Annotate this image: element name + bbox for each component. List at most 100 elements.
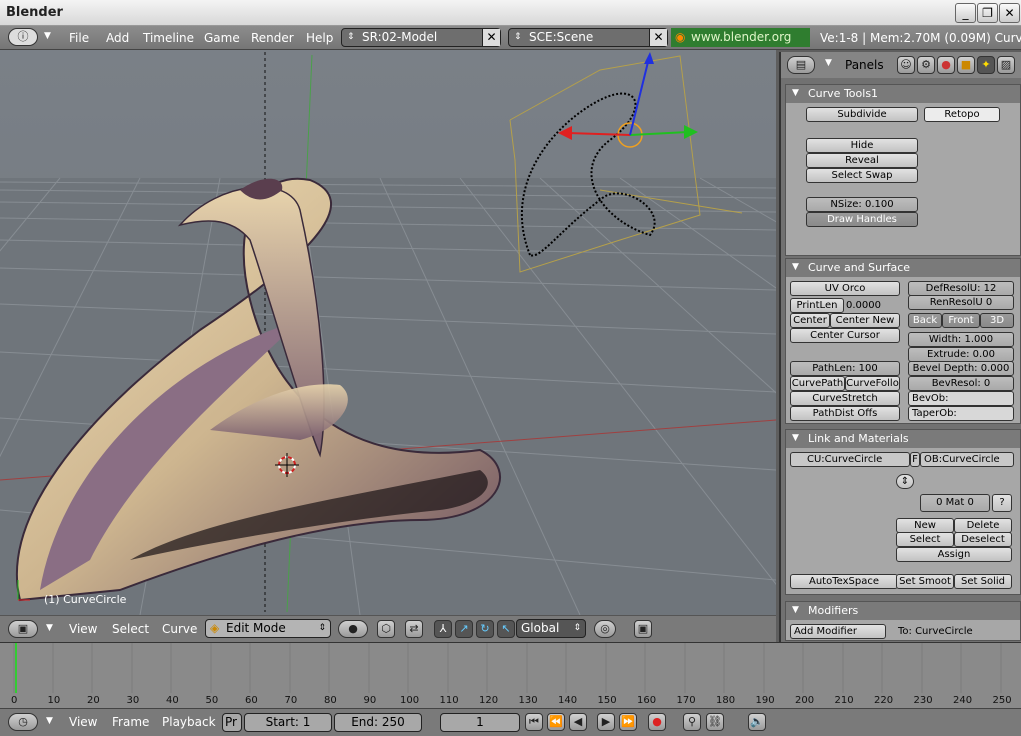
play-reverse-icon[interactable]: ◀ <box>569 713 587 731</box>
timeline-area[interactable]: 0 10 20 30 40 50 60 70 80 90 100 110 120 130 140 150 160… <box>0 642 1021 708</box>
autotexspace-toggle[interactable]: AutoTexSpace <box>790 574 898 589</box>
panel-title[interactable]: Curve Tools1 <box>786 85 1020 103</box>
center-cursor-button[interactable]: Center Cursor <box>790 328 900 343</box>
select-swap-button[interactable]: Select Swap <box>806 168 918 183</box>
manipulator-icon[interactable]: ⅄ <box>434 620 452 638</box>
material-select-button[interactable]: Select <box>896 532 954 547</box>
printlen-button[interactable]: PrintLen <box>790 298 844 313</box>
help-button[interactable]: ? <box>992 494 1012 512</box>
proportional-edit-icon[interactable]: ◎ <box>594 620 616 638</box>
shading-icon[interactable]: ● <box>937 56 955 74</box>
chevron-down-icon[interactable]: ▼ <box>825 58 832 68</box>
script-icon[interactable]: ⚙ <box>917 56 935 74</box>
end-frame-field[interactable]: End: 250 <box>334 713 422 732</box>
draw-handles-toggle[interactable]: Draw Handles <box>806 212 918 227</box>
chevron-down-icon[interactable]: ▼ <box>46 623 53 633</box>
material-assign-button[interactable]: Assign <box>896 547 1012 562</box>
bevob-field[interactable]: BevOb: <box>908 391 1014 406</box>
scale-icon[interactable]: ↖ <box>497 620 515 638</box>
menu-help[interactable]: Help <box>306 31 333 45</box>
prev-keyframe-icon[interactable]: ⏪ <box>547 713 565 731</box>
back-toggle[interactable]: Back <box>908 313 942 328</box>
nsize-field[interactable]: NSize: 0.100 <box>806 197 918 212</box>
play-icon[interactable]: ▶ <box>597 713 615 731</box>
menu-file[interactable]: File <box>69 31 89 45</box>
material-delete-button[interactable]: Delete <box>954 518 1012 533</box>
pathdist-offs-toggle[interactable]: PathDist Offs <box>790 406 900 421</box>
add-modifier-menu[interactable]: Add Modifier <box>790 624 886 639</box>
orientation-selector[interactable]: Global ⇕ <box>516 619 586 638</box>
3d-viewport[interactable]: (1) CurveCircle <box>0 50 776 615</box>
menu-add[interactable]: Add <box>106 31 129 45</box>
taperob-field[interactable]: TaperOb: <box>908 406 1014 421</box>
material-deselect-button[interactable]: Deselect <box>954 532 1012 547</box>
blender-org-link[interactable]: ◉www.blender.org 249 <box>671 28 810 63</box>
next-keyframe-icon[interactable]: ⏩ <box>619 713 637 731</box>
menu-game[interactable]: Game <box>204 31 240 45</box>
reveal-button[interactable]: Reveal <box>806 153 918 168</box>
hide-button[interactable]: Hide <box>806 138 918 153</box>
set-solid-button[interactable]: Set Solid <box>954 574 1012 589</box>
panel-title[interactable]: Curve and Surface <box>786 259 1020 277</box>
bevel-depth-field[interactable]: Bevel Depth: 0.000 <box>908 361 1014 376</box>
snap-icon[interactable]: ⇄ <box>405 620 423 638</box>
close-icon[interactable]: ✕ <box>649 29 667 46</box>
front-toggle[interactable]: Front <box>942 313 980 328</box>
menu-timeline[interactable]: Timeline <box>143 31 194 45</box>
material-new-button[interactable]: New <box>896 518 954 533</box>
editor-type-icon[interactable]: ▣ <box>8 620 38 638</box>
renresolu-field[interactable]: RenResolU 0 <box>908 295 1014 310</box>
translate-icon[interactable]: ↗ <box>455 620 473 638</box>
curvepath-toggle[interactable]: CurvePath <box>790 376 845 391</box>
panel-title[interactable]: Link and Materials <box>786 430 1020 448</box>
subdivide-button[interactable]: Subdivide <box>806 107 918 122</box>
close-button[interactable]: ✕ <box>999 3 1020 23</box>
panel-title[interactable]: Modifiers <box>786 602 1020 620</box>
rotate-icon[interactable]: ↻ <box>476 620 494 638</box>
chevron-down-icon[interactable]: ▼ <box>46 716 53 726</box>
screen-selector[interactable]: ⇕ SR:02-Model ✕ <box>341 28 501 47</box>
curve-datablock-field[interactable]: CU:CurveCircle <box>790 452 910 467</box>
menu-view[interactable]: View <box>69 715 97 729</box>
curvefollow-toggle[interactable]: CurveFollo <box>845 376 900 391</box>
jump-start-icon[interactable]: ⏮ <box>525 713 543 731</box>
link-icon[interactable]: ⛓ <box>706 713 724 731</box>
uv-orco-button[interactable]: UV Orco <box>790 281 900 296</box>
3d-toggle[interactable]: 3D <box>980 313 1014 328</box>
keying-set-icon[interactable]: ⚲ <box>683 713 701 731</box>
current-frame-field[interactable]: 1 <box>440 713 520 732</box>
info-icon[interactable]: ⓘ <box>8 28 38 46</box>
material-index-field[interactable]: 0 Mat 0 <box>920 494 990 512</box>
fake-user-toggle[interactable]: F <box>910 452 920 467</box>
scene-selector[interactable]: ⇕ SCE:Scene ✕ <box>508 28 668 47</box>
bevresol-field[interactable]: BevResol: 0 <box>908 376 1014 391</box>
start-frame-field[interactable]: Start: 1 <box>244 713 332 732</box>
draw-type-icon[interactable]: ● <box>338 620 368 638</box>
extrude-field[interactable]: Extrude: 0.00 <box>908 347 1014 362</box>
chevron-down-icon[interactable]: ▼ <box>44 31 51 41</box>
editing-icon[interactable]: ✦ <box>977 56 995 74</box>
record-icon[interactable]: ● <box>648 713 666 731</box>
set-smooth-button[interactable]: Set Smoot <box>896 574 954 589</box>
defresolu-field[interactable]: DefResolU: 12 <box>908 281 1014 296</box>
retopo-button[interactable]: Retopo <box>924 107 1000 122</box>
editor-type-icon[interactable]: ▤ <box>787 56 815 74</box>
render-preview-icon[interactable]: ▣ <box>634 620 652 638</box>
width-field[interactable]: Width: 1.000 <box>908 332 1014 347</box>
object-icon[interactable]: ■ <box>957 56 975 74</box>
menu-select[interactable]: Select <box>112 622 149 636</box>
audio-icon[interactable]: 🔈 <box>748 713 766 731</box>
mode-selector[interactable]: ◈ Edit Mode ⇕ <box>205 619 331 638</box>
material-browse-icon[interactable]: ⇕ <box>896 474 914 489</box>
menu-view[interactable]: View <box>69 622 97 636</box>
scene-icon[interactable]: ▨ <box>997 56 1015 74</box>
curvestretch-toggle[interactable]: CurveStretch <box>790 391 900 406</box>
menu-frame[interactable]: Frame <box>112 715 149 729</box>
center-button[interactable]: Center <box>790 313 830 328</box>
minimize-button[interactable]: _ <box>955 3 976 23</box>
menu-render[interactable]: Render <box>251 31 294 45</box>
pathlen-field[interactable]: PathLen: 100 <box>790 361 900 376</box>
menu-curve[interactable]: Curve <box>162 622 197 636</box>
preview-range-toggle[interactable]: Pr <box>222 713 242 732</box>
pivot-icon[interactable]: ⬡ <box>377 620 395 638</box>
